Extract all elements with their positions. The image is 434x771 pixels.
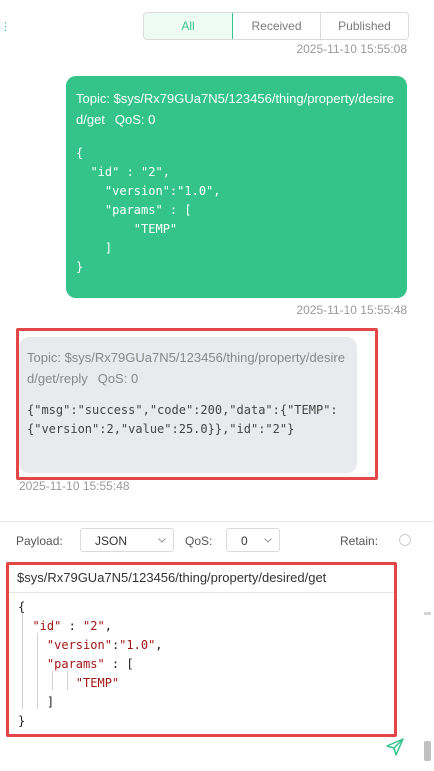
editor-line: "TEMP" [18,674,119,693]
message-timestamp-partial: 2025-11-10 15:55:08 [296,43,407,55]
payload-line: "params" : [ [76,203,192,217]
message-topic: Topic: $sys/Rx79GUa7N5/123456/thing/prop… [76,88,397,130]
qos-value: 0 [241,534,248,548]
retain-label: Retain: [340,534,379,548]
published-message-bubble[interactable]: Topic: $sys/Rx79GUa7N5/123456/thing/prop… [66,76,407,298]
editor-token: { [18,600,26,614]
topic-input[interactable]: $sys/Rx79GUa7N5/123456/thing/property/de… [9,565,394,593]
editor-line: "params" : [ [46,657,134,671]
message-payload: { "id" : "2", "version":"1.0", "params" … [76,144,397,277]
editor-token: "params" [46,657,105,671]
payload-label: Payload: [16,534,63,548]
payload-format-select[interactable]: JSON [80,528,174,552]
composer-options: Payload: JSON QoS: 0 Retain: [16,528,411,554]
payload-line: "TEMP" [76,222,178,236]
received-message-bubble[interactable]: Topic: $sys/Rx79GUa7N5/123456/thing/prop… [19,337,357,473]
editor-line: } [18,714,26,728]
payload-line: { [76,146,84,160]
chevron-down-icon [264,538,272,543]
message-payload: {"msg":"success","code":200,"data":{"TEM… [27,403,338,436]
message-filter-tabs: All Received Published [143,12,409,40]
tab-all[interactable]: All [144,13,233,39]
message-topic: Topic: $sys/Rx79GUa7N5/123456/thing/prop… [27,347,349,389]
message-timestamp: 2025-11-10 15:55:48 [19,479,130,493]
scrollbar-arrow[interactable] [424,612,431,615]
tab-published[interactable]: Published [321,13,408,39]
editor-line: ] [18,695,55,709]
message-qos: QoS: 0 [114,112,156,127]
payload-editor[interactable]: { "id" : "2", "version":"1.0", "params" … [9,595,394,734]
editor-token: "2" [83,619,105,633]
payload-line: "id" : "2", [76,165,170,179]
editor-line: "id" : "2", [32,619,112,633]
composer-divider [0,521,434,522]
chevron-down-icon [158,538,166,543]
editor-token: "version" [46,638,112,652]
payload-line: "version":"1.0", [76,184,221,198]
payload-format-value: JSON [95,534,128,548]
qos-select[interactable]: 0 [226,528,280,552]
editor-line: { [18,598,25,617]
send-icon[interactable] [385,737,405,757]
editor-token: "1.0" [119,638,156,652]
message-topic-text: Topic: $sys/Rx79GUa7N5/123456/thing/prop… [27,350,345,386]
tab-received[interactable]: Received [233,13,321,39]
editor-line: "version":"1.0", [46,638,163,652]
editor-token: "id" [32,619,62,633]
scrollbar-thumb[interactable] [424,741,431,761]
message-qos: QoS: 0 [97,371,139,386]
message-timestamp: 2025-11-10 15:55:48 [296,303,407,317]
edge-indicator: ⋮ [0,21,11,33]
editor-token: "TEMP" [75,676,120,690]
payload-line: ] [76,241,113,255]
retain-radio[interactable] [399,534,411,546]
qos-label: QoS: [185,534,213,548]
payload-line: } [76,260,84,274]
